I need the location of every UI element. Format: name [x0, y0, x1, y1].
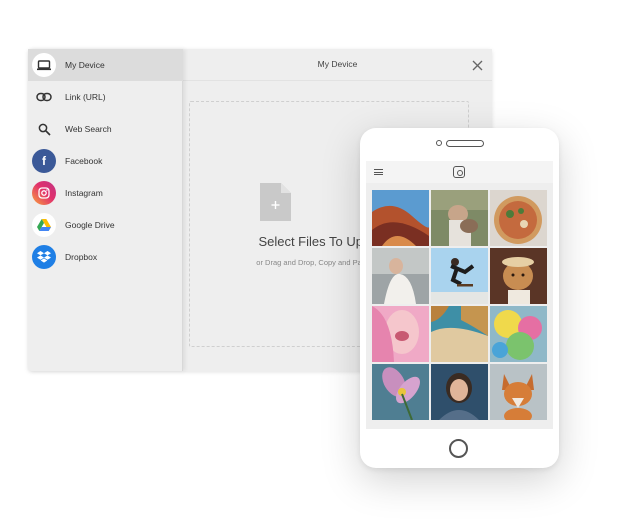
phone-mockup [360, 128, 559, 468]
beach-cove-photo[interactable] [431, 306, 488, 362]
sidebar-item-google-drive[interactable]: Google Drive [28, 209, 183, 241]
fox-photo[interactable] [490, 364, 547, 420]
search-icon [32, 117, 56, 141]
pink-flower-photo[interactable] [372, 364, 429, 420]
smiling-woman-photo[interactable] [431, 364, 488, 420]
link-icon [32, 85, 56, 109]
sidebar-item-label: Link (URL) [65, 92, 106, 102]
sidebar-item-web-search[interactable]: Web Search [28, 113, 183, 145]
menu-icon[interactable] [374, 169, 383, 175]
sidebar-item-facebook[interactable]: f Facebook [28, 145, 183, 177]
phone-camera [436, 140, 442, 146]
sidebar-item-label: Dropbox [65, 252, 98, 262]
close-button[interactable] [468, 56, 486, 74]
facebook-icon: f [32, 149, 56, 173]
sidebar-item-instagram[interactable]: Instagram [28, 177, 183, 209]
phone-home-button[interactable] [449, 439, 468, 458]
sidebar-item-label: My Device [65, 60, 105, 70]
instagram-icon [32, 181, 56, 205]
sidebar-item-label: Google Drive [65, 220, 115, 230]
source-sidebar: My Device Link (URL) Web Search f Facebo… [28, 49, 183, 371]
skateboarder-photo[interactable] [431, 248, 488, 304]
sidebar-item-label: Web Search [65, 124, 112, 134]
phone-screen [366, 161, 553, 429]
picker-header: My Device [183, 49, 492, 81]
color-festival-photo[interactable] [490, 306, 547, 362]
pink-face-photo[interactable] [372, 306, 429, 362]
google-drive-icon [32, 213, 56, 237]
sidebar-item-dropbox[interactable]: Dropbox [28, 241, 183, 273]
laptop-icon [32, 53, 56, 77]
instagram-app-bar [366, 161, 553, 183]
instagram-icon [453, 166, 465, 178]
sidebar-item-link-url[interactable]: Link (URL) [28, 81, 183, 113]
pizza-photo[interactable] [490, 190, 547, 246]
sidebar-item-my-device[interactable]: My Device [28, 49, 183, 81]
close-icon [472, 60, 482, 70]
woman-with-dog-photo[interactable] [431, 190, 488, 246]
sidebar-item-label: Instagram [65, 188, 103, 198]
dropbox-icon [32, 245, 56, 269]
header-title: My Device [317, 59, 358, 69]
sidebar-item-label: Facebook [65, 156, 103, 166]
phone-speaker [446, 140, 484, 147]
bride-photo[interactable] [372, 248, 429, 304]
file-add-icon [260, 183, 291, 221]
canyon-arch-photo[interactable] [372, 190, 429, 246]
dog-in-hat-photo[interactable] [490, 248, 547, 304]
